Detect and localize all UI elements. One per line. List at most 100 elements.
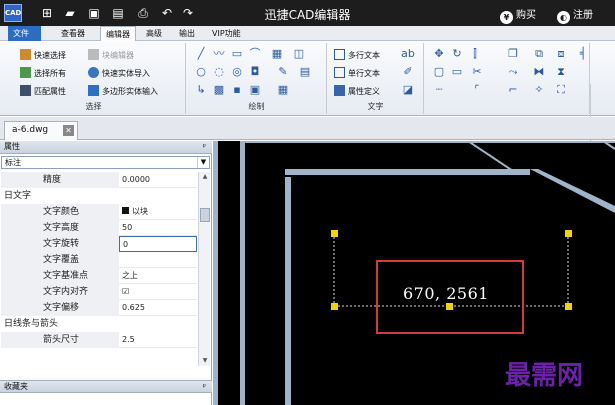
ellipse-icon[interactable]: ◌ — [211, 65, 227, 79]
property-row[interactable]: 文字覆盖 — [1, 252, 197, 268]
text-style-icon[interactable]: ab — [400, 47, 416, 61]
explode-icon[interactable]: ✂ — [469, 65, 485, 79]
scale-icon[interactable]: ▢ — [431, 65, 447, 79]
dimension-text[interactable]: 670, 2561 — [403, 284, 489, 303]
region-icon[interactable]: ▩ — [211, 83, 227, 97]
text-find-icon[interactable]: ◪ — [400, 83, 416, 97]
fillet-icon[interactable]: ⌜ — [469, 83, 485, 97]
property-row[interactable]: 文字颜色 以块 — [1, 204, 197, 220]
menu-advanced[interactable]: 高级 — [141, 26, 167, 41]
property-value[interactable]: 0.0000 — [119, 172, 197, 188]
copy-icon[interactable]: ❐ — [505, 47, 521, 61]
trim-icon[interactable]: ╡ — [575, 47, 591, 61]
category-row[interactable]: 日线条与箭头 — [1, 316, 197, 332]
chamfer-icon[interactable]: ⌐ — [505, 83, 521, 97]
property-row[interactable]: 箭头尺寸 2.5 — [1, 332, 197, 348]
draw-group: ╱ 〰 ▭ ⌒ ▦ ◫ ○ ◌ ◎ ◘ ✎ ▤ ↳ ▩ ▪ ▣ ▦ 绘制 — [187, 43, 327, 114]
property-value[interactable]: 以块 — [119, 204, 197, 220]
object-type-select[interactable]: 标注 ▼ — [1, 156, 210, 169]
properties-scrollbar[interactable]: ▲ ▼ — [198, 172, 210, 366]
attribute-icon — [334, 85, 345, 96]
dashline-icon[interactable]: ┈ — [431, 83, 447, 97]
single-line-text-button[interactable]: 单行文本 — [334, 67, 380, 81]
quick-entity-import-button[interactable]: 快速实体导入 — [88, 67, 150, 81]
pin-icon[interactable]: ᵖ — [203, 381, 206, 393]
grip-handle[interactable] — [331, 303, 338, 310]
property-value[interactable]: 0.625 — [119, 300, 197, 316]
block-icon[interactable]: ◫ — [291, 47, 307, 61]
quick-select-button[interactable]: 快速选择 — [20, 49, 66, 63]
mirror-icon[interactable]: ⫿ — [467, 47, 483, 61]
rectangle-icon[interactable]: ▭ — [229, 47, 245, 61]
grip-handle[interactable] — [565, 230, 572, 237]
erase-icon[interactable]: ✧ — [531, 83, 547, 97]
property-row-selected[interactable]: 文字旋转 0 — [1, 236, 197, 252]
pencil-icon[interactable]: ✎ — [275, 65, 291, 79]
polygon-entity-input-button[interactable]: 多边形实体输入 — [88, 85, 158, 99]
document-tab[interactable]: a-6.dwg ✕ — [4, 121, 78, 140]
property-row[interactable]: 文字高度 50 — [1, 220, 197, 236]
spline-icon[interactable]: ◘ — [247, 65, 263, 79]
polyline-icon[interactable]: 〰 — [211, 47, 227, 61]
join-icon[interactable]: ⧓ — [531, 65, 547, 79]
move-icon[interactable]: ✥ — [431, 47, 447, 61]
menu-viewer[interactable]: 查看器 — [56, 26, 90, 41]
extend-icon[interactable]: ⤳ — [505, 65, 521, 79]
image-icon[interactable]: ▤ — [297, 65, 313, 79]
grip-handle[interactable] — [331, 230, 338, 237]
property-value[interactable]: 50 — [119, 220, 197, 236]
block-editor-button[interactable]: 块编辑器 — [88, 49, 134, 63]
property-value[interactable]: 之上 — [119, 268, 197, 284]
close-icon[interactable]: ✕ — [63, 125, 74, 136]
checkbox[interactable]: ☑ — [119, 284, 197, 300]
property-value-input[interactable]: 0 — [119, 236, 197, 252]
break-icon[interactable]: ⧗ — [553, 65, 569, 79]
property-row[interactable]: 文字偏移 0.625 — [1, 300, 197, 316]
property-row[interactable]: 文字基准点 之上 — [1, 268, 197, 284]
menu-vip[interactable]: VIP功能 — [207, 26, 246, 41]
pin-icon[interactable]: ᵖ — [203, 141, 206, 153]
scroll-up-icon[interactable]: ▲ — [199, 172, 211, 182]
properties-header: 属性 ᵖ — [0, 141, 212, 154]
menu-output[interactable]: 输出 — [174, 26, 200, 41]
menu-editor[interactable]: 编辑器 — [100, 26, 136, 41]
chevron-down-icon[interactable]: ▼ — [197, 157, 209, 168]
document-tab-bar: a-6.dwg ✕ — [0, 117, 615, 140]
scroll-thumb[interactable] — [200, 208, 210, 222]
attribute-definition-button[interactable]: 属性定义 — [334, 85, 380, 99]
category-row[interactable]: 日文字 — [1, 188, 197, 204]
property-row[interactable]: 文字内对齐 ☑ — [1, 284, 197, 300]
offset-icon[interactable]: ⧉ — [531, 47, 547, 61]
register-button[interactable]: ◐ 注册 — [557, 6, 593, 24]
circle-icon[interactable]: ○ — [193, 65, 209, 79]
match-properties-button[interactable]: 匹配属性 — [20, 85, 66, 99]
grid-icon[interactable]: ▦ — [275, 83, 291, 97]
hatch-icon[interactable]: ▦ — [269, 47, 285, 61]
menu-file[interactable]: 文件 — [8, 26, 41, 41]
drawing-canvas[interactable]: 670, 2561 最需网 — [213, 141, 615, 405]
property-value[interactable]: 2.5 — [119, 332, 197, 348]
property-row[interactable]: 精度 0.0000 — [1, 172, 197, 188]
buy-button[interactable]: ¥ 购买 — [500, 6, 536, 24]
donut-icon[interactable]: ◎ — [229, 65, 245, 79]
rotate-icon[interactable]: ↻ — [449, 47, 465, 61]
text-edit-icon[interactable]: ✐ — [400, 65, 416, 79]
wall — [285, 177, 291, 405]
title-bar: CAD ⊞ ▰ ▣ ▤ ⎙ ↶ ↷ 迅捷CAD编辑器 ¥ 购买 ◐ 注册 — [0, 0, 615, 26]
arc-icon[interactable]: ⌒ — [247, 47, 263, 61]
grip-handle[interactable] — [446, 303, 453, 310]
scroll-down-icon[interactable]: ▼ — [199, 356, 211, 366]
line-icon[interactable]: ╱ — [193, 47, 209, 61]
array-icon[interactable]: ⧈ — [553, 47, 569, 61]
stretch-icon[interactable]: ▭ — [449, 65, 465, 79]
grip-handle[interactable] — [565, 303, 572, 310]
import-icon — [88, 67, 99, 78]
property-value[interactable] — [119, 252, 197, 268]
select-all-button[interactable]: 选择所有 — [20, 67, 66, 81]
brush-icon — [20, 85, 31, 96]
properties-icon[interactable]: ⛶ — [553, 83, 569, 97]
dimension-icon[interactable]: ↳ — [193, 83, 209, 97]
point-icon[interactable]: ▪ — [229, 83, 245, 97]
mtext-button[interactable]: 多行文本 — [334, 49, 380, 63]
table-icon[interactable]: ▣ — [247, 83, 263, 97]
